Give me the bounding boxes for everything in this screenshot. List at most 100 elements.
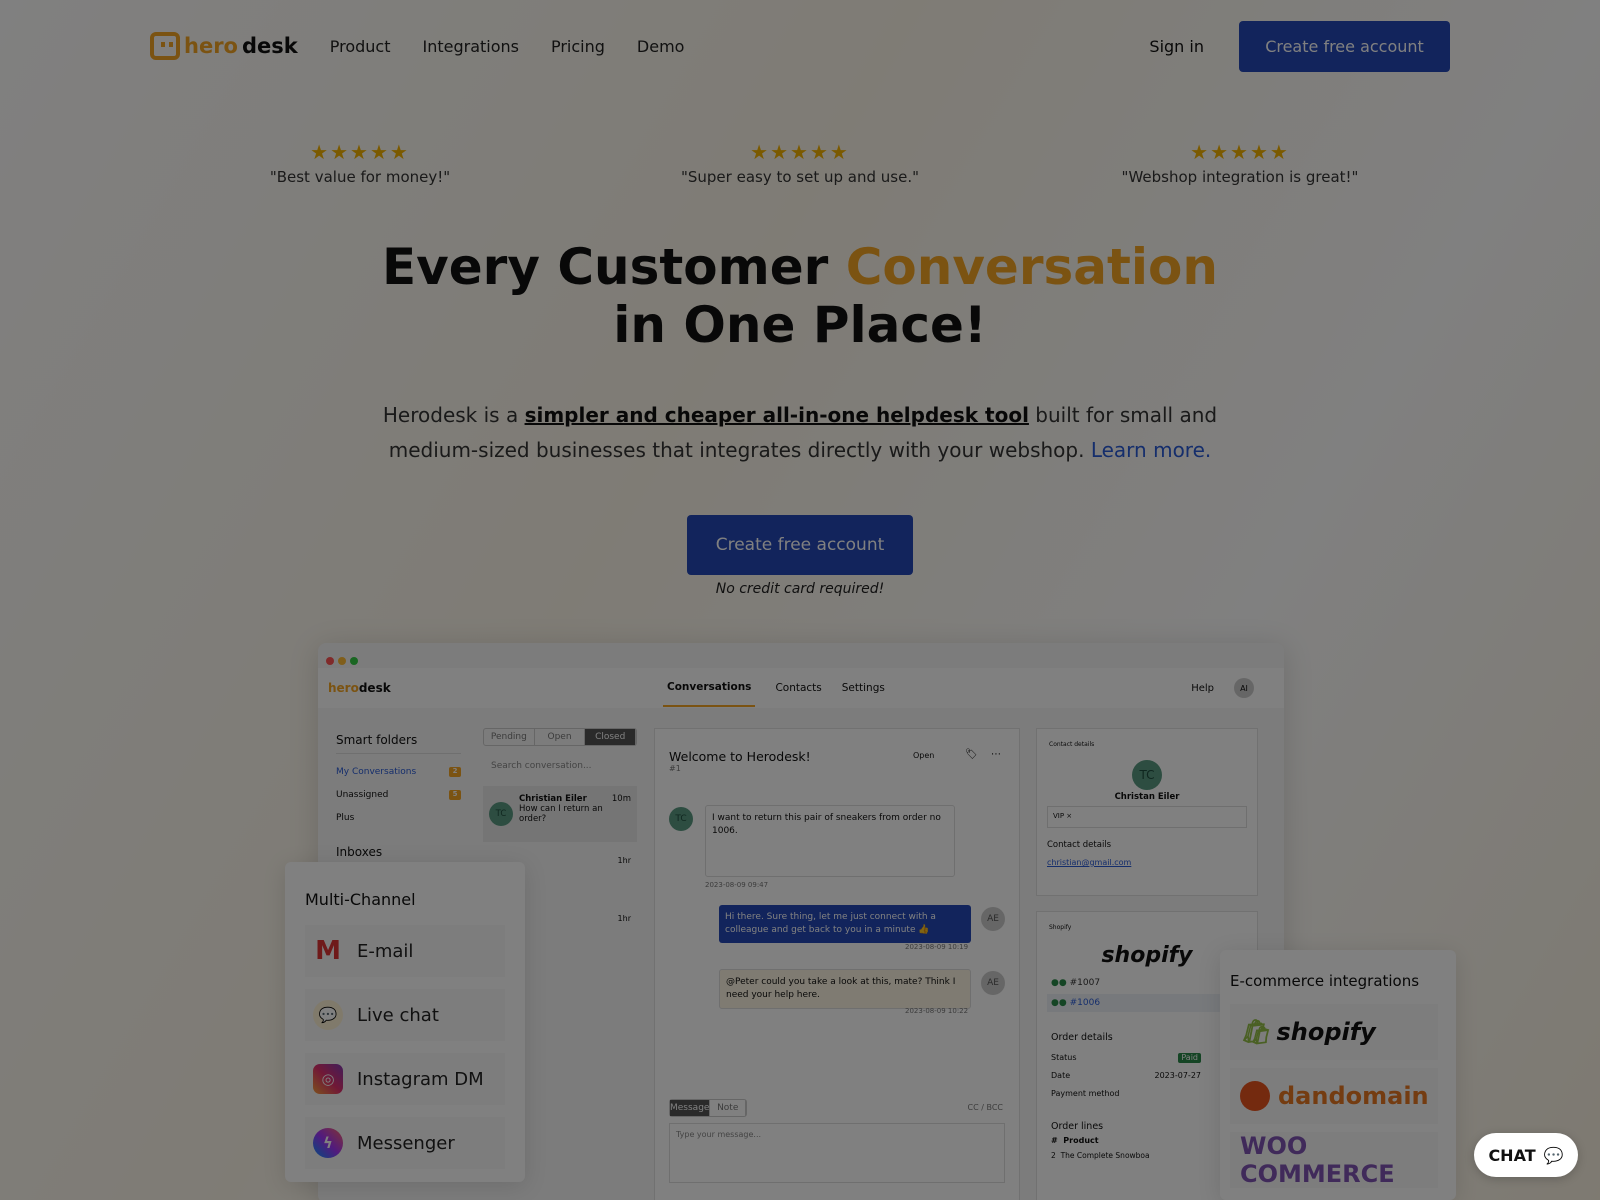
shopify-bag-icon: 🛍: [1240, 1018, 1271, 1046]
star-rating: ★★★★★: [750, 140, 850, 164]
multichannel-card: Multi-Channel M E-mail 💬 Live chat ◎ Instag…: [285, 862, 525, 1182]
shop-header: Shopify: [1049, 924, 1072, 931]
tab-contacts[interactable]: Contacts: [775, 682, 821, 694]
help-link[interactable]: Help: [1191, 683, 1214, 694]
avatar[interactable]: AI: [1234, 678, 1254, 698]
dimmed-page: hero desk Product Integrations Pricing De…: [0, 0, 1600, 1200]
customer-message: I want to return this pair of sneakers f…: [705, 805, 955, 877]
avatar: AE: [981, 907, 1005, 931]
order-item[interactable]: ●● #1006: [1047, 994, 1247, 1012]
folder-unassigned[interactable]: Unassigned 5: [336, 783, 461, 806]
review-text: "Best value for money!": [269, 168, 451, 186]
messenger-icon: ϟ: [313, 1128, 343, 1158]
cc-bcc-button[interactable]: CC / BCC: [968, 1103, 1003, 1112]
filter-closed[interactable]: Closed: [585, 729, 637, 745]
shopify-logo: 🛍 shopify: [1230, 1004, 1438, 1060]
gmail-icon: M: [315, 936, 341, 966]
conv-preview: How can I return an order?: [519, 804, 603, 824]
status-dots: ●●: [1051, 998, 1067, 1008]
col-header: Product: [1063, 1136, 1099, 1145]
message-tab[interactable]: Message: [670, 1100, 711, 1116]
line-product[interactable]: The Complete Snowboa: [1061, 1151, 1150, 1160]
sign-in-link[interactable]: Sign in: [1149, 37, 1204, 56]
folder-label: Plus: [336, 812, 355, 823]
nav-pricing[interactable]: Pricing: [551, 37, 605, 56]
status-dots: ●●: [1051, 978, 1067, 988]
more-icon[interactable]: ⋯: [991, 749, 1001, 760]
avatar: TC: [669, 807, 693, 831]
line-qty: 2: [1051, 1151, 1056, 1160]
detail-label: Status: [1051, 1053, 1077, 1062]
tab-settings[interactable]: Settings: [842, 682, 885, 694]
instagram-icon: ◎: [313, 1064, 343, 1094]
title-part: in One Place!: [613, 296, 987, 354]
star-rating: ★★★★★: [310, 140, 410, 164]
chat-label: CHAT: [1488, 1145, 1536, 1165]
sub-link[interactable]: simpler and cheaper all-in-one helpdesk …: [525, 403, 1029, 427]
folder-label: My Conversations: [336, 766, 417, 777]
channel-live-chat: 💬 Live chat: [305, 989, 505, 1041]
learn-more-link[interactable]: Learn more.: [1091, 438, 1211, 462]
smart-folders: Smart folders My Conversations 2 Unassign…: [336, 733, 461, 871]
app-header: herodesk Conversations Contacts Settings H…: [318, 668, 1284, 708]
search-conversation-input[interactable]: Search conversation...: [483, 756, 637, 778]
agent-message: Hi there. Sure thing, let me just connec…: [719, 905, 971, 943]
channel-label: Live chat: [357, 1004, 439, 1026]
folder-plus[interactable]: Plus: [336, 806, 461, 829]
logo-icon: [150, 32, 180, 60]
channel-email: M E-mail: [305, 925, 505, 977]
contact-name: Christan Eiler: [1114, 792, 1180, 802]
channel-instagram: ◎ Instagram DM: [305, 1053, 505, 1105]
hero-subtitle: Herodesk is a simpler and cheaper all-in…: [370, 398, 1230, 468]
folder-my-conversations[interactable]: My Conversations 2: [336, 760, 461, 783]
filter-open[interactable]: Open: [535, 729, 586, 745]
nav-product[interactable]: Product: [330, 37, 391, 56]
timestamp: 2023-08-09 10:22: [905, 1007, 969, 1015]
review-text: "Super easy to set up and use.": [680, 168, 919, 186]
filter-pending[interactable]: Pending: [484, 729, 535, 745]
tag-input[interactable]: VIP ×: [1047, 806, 1247, 828]
nav-integrations[interactable]: Integrations: [422, 37, 519, 56]
logo[interactable]: hero desk: [150, 32, 298, 60]
order-number: #1006: [1069, 998, 1101, 1008]
avatar: TC: [489, 802, 513, 826]
conv-time: 1hr: [617, 914, 631, 923]
smart-folders-heading: Smart folders: [336, 733, 461, 754]
review: ★★★★★ "Best value for money!": [210, 140, 510, 186]
review-text: "Webshop integration is great!": [1121, 168, 1359, 186]
tag-vip[interactable]: VIP: [1053, 812, 1064, 820]
channel-label: Messenger: [357, 1132, 455, 1154]
order-number: #1007: [1069, 978, 1101, 988]
order-details: Status Paid Date 2023-07-27 Payment method: [1051, 1049, 1201, 1103]
logo-part: hero: [328, 681, 359, 695]
logo-text: shopify: [1276, 1018, 1376, 1046]
review: ★★★★★ "Webshop integration is great!": [1090, 140, 1390, 186]
conversation-panel: Welcome to Herodesk! #1 Open 🏷 ⋯ TC I wa…: [654, 728, 1020, 1200]
detail-label: Date: [1051, 1071, 1071, 1080]
hero-title: Every Customer Conversation in One Place…: [0, 238, 1600, 354]
window-controls: [326, 657, 358, 665]
chat-widget-button[interactable]: CHAT 💬: [1474, 1133, 1578, 1177]
folder-label: Unassigned: [336, 789, 389, 800]
avatar: AE: [981, 971, 1005, 995]
message-input[interactable]: Type your message...: [669, 1123, 1005, 1183]
title-part: Every Customer: [382, 238, 846, 296]
app-logo: herodesk: [328, 681, 391, 695]
tab-conversations[interactable]: Conversations: [663, 669, 756, 707]
hero-cta-button[interactable]: Create free account: [687, 515, 913, 575]
note-tab[interactable]: Note: [710, 1100, 746, 1116]
nav-demo[interactable]: Demo: [637, 37, 685, 56]
status-dropdown[interactable]: Open: [913, 751, 934, 760]
tag-icon[interactable]: 🏷: [965, 749, 978, 760]
channel-messenger: ϟ Messenger: [305, 1117, 505, 1169]
no-credit-card-note: No credit card required!: [715, 581, 885, 597]
contact-header: Contact details: [1049, 741, 1095, 748]
conversation-item[interactable]: TC Christian Eiler 10m How can I return an…: [483, 786, 637, 842]
order-item[interactable]: ●● #1007: [1051, 978, 1243, 988]
logo-text: dandomain: [1278, 1082, 1429, 1110]
channel-label: Instagram DM: [357, 1068, 484, 1090]
avatar: TC: [1132, 760, 1162, 790]
contact-email[interactable]: christian@gmail.com: [1047, 858, 1247, 867]
create-account-button[interactable]: Create free account: [1239, 20, 1450, 72]
ecommerce-card: E-commerce integrations 🛍 shopify dandoma…: [1220, 950, 1456, 1200]
